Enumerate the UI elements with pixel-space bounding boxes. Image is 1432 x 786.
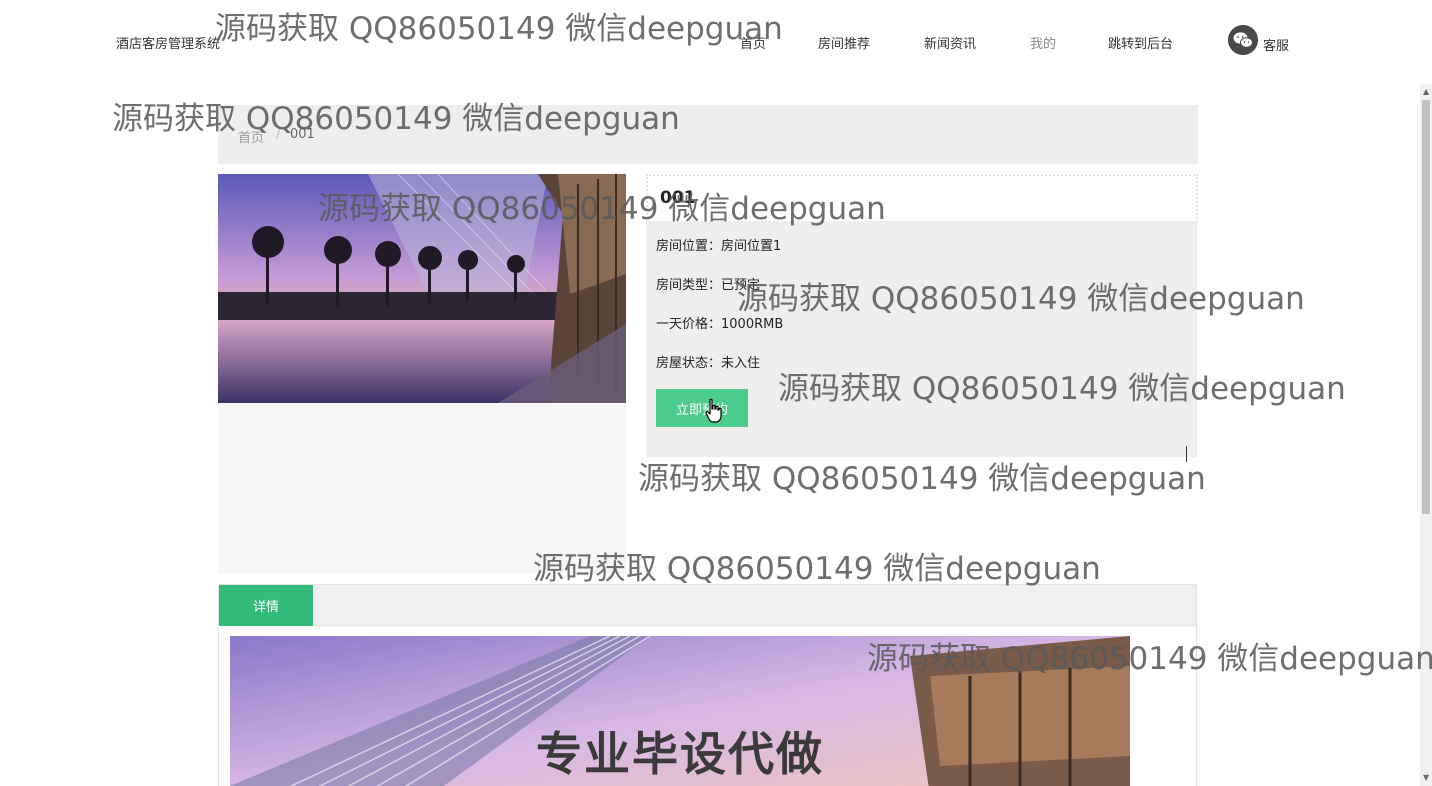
room-type-field: 房间类型：已预定: [656, 274, 760, 293]
scroll-up-icon[interactable]: ▲: [1423, 88, 1429, 96]
room-photo: [218, 174, 626, 403]
room-status-field: 房屋状态：未入住: [656, 352, 760, 371]
room-status-label: 房屋状态：: [656, 356, 722, 371]
breadcrumb-home[interactable]: 首页: [238, 127, 264, 146]
room-type-value: 已预定: [721, 278, 761, 293]
scroll-thumb[interactable]: [1422, 100, 1430, 514]
tab-details[interactable]: 详情: [219, 585, 313, 626]
room-name: 001: [660, 188, 696, 208]
wechat-icon: [1228, 25, 1258, 55]
room-info-panel: 房间位置：房间位置1 房间类型：已预定 一天价格：1000RMB 房屋状态：未入…: [646, 222, 1197, 457]
room-location-field: 房间位置：房间位置1: [656, 235, 781, 254]
page-scrollbar[interactable]: ▲ ▼: [1420, 84, 1432, 786]
nav-mine[interactable]: 我的: [1030, 33, 1056, 52]
breadcrumb-separator: /: [276, 127, 281, 142]
detail-content: 专业毕设代做: [218, 626, 1197, 786]
nav-home[interactable]: 首页: [740, 33, 766, 52]
detail-image: 专业毕设代做: [230, 636, 1130, 786]
customer-service-link[interactable]: 客服: [1228, 25, 1289, 55]
scroll-down-icon[interactable]: ▼: [1423, 774, 1429, 782]
room-type-label: 房间类型：: [656, 278, 722, 293]
room-price-value: 1000RMB: [721, 317, 784, 332]
room-location-label: 房间位置：: [656, 239, 722, 254]
breadcrumb: 首页 / 001: [218, 105, 1198, 164]
detail-tabbar: 详情: [218, 584, 1197, 626]
room-price-label: 一天价格：: [656, 317, 722, 332]
text-caret: [1186, 446, 1187, 462]
book-now-button[interactable]: 立即预约: [656, 389, 748, 427]
detail-banner-text: 专业毕设代做: [536, 727, 824, 781]
site-title[interactable]: 酒店客房管理系统: [116, 33, 220, 52]
customer-service-label: 客服: [1263, 38, 1290, 54]
hand-cursor-icon: [705, 398, 722, 423]
room-price-field: 一天价格：1000RMB: [656, 313, 783, 332]
room-title-box: 001: [646, 174, 1198, 223]
top-navbar: 酒店客房管理系统 首页 房间推荐 新闻资讯 我的 跳转到后台 客服: [0, 0, 1420, 84]
nav-room-recommend[interactable]: 房间推荐: [818, 33, 870, 52]
room-location-value: 房间位置1: [721, 239, 782, 254]
room-image-column: [218, 174, 626, 574]
nav-admin[interactable]: 跳转到后台: [1108, 33, 1173, 52]
nav-news[interactable]: 新闻资讯: [924, 33, 976, 52]
breadcrumb-current: 001: [290, 127, 315, 142]
room-status-value: 未入住: [721, 356, 761, 371]
page: 酒店客房管理系统 首页 房间推荐 新闻资讯 我的 跳转到后台 客服 首页 / 0…: [0, 0, 1432, 786]
watermark: 源码获取 QQ86050149 微信deepguan: [638, 461, 1206, 497]
